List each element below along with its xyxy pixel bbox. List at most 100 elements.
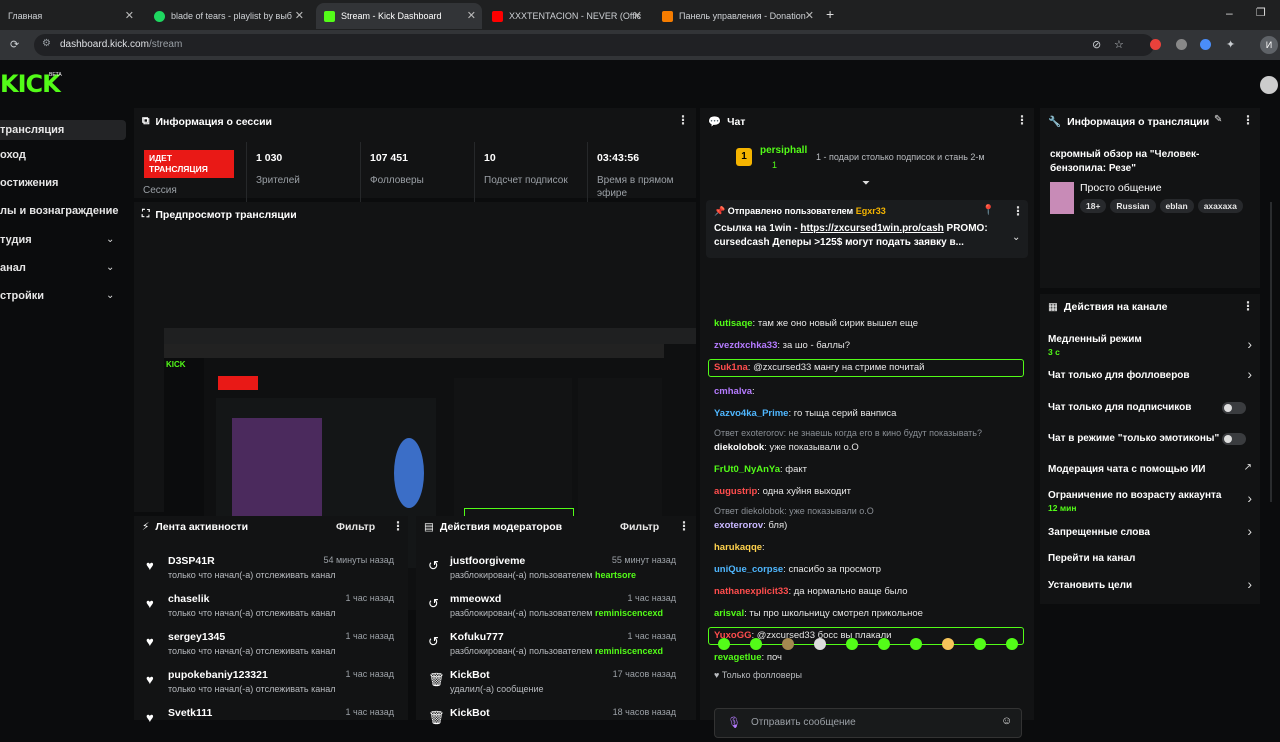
pinned-link[interactable]: https://zxcursed1win.pro/cash (800, 223, 943, 234)
chat-message: Yazvo4ka_Prime: го тыща серий ванписа (714, 408, 897, 419)
close-icon[interactable]: ✕ (295, 9, 304, 22)
chat-username[interactable]: kutisaqe (714, 318, 753, 329)
chat-username[interactable]: augustrip (714, 486, 757, 497)
more-options-icon[interactable]: ⋮ (392, 519, 404, 533)
more-options-icon[interactable]: ⋮ (1016, 113, 1028, 127)
site-info-icon[interactable]: ⚙ (42, 38, 51, 49)
pinned-user[interactable]: Egxr33 (856, 206, 886, 216)
chat-username[interactable]: harukaqqe (714, 542, 762, 553)
chat-username[interactable]: uniQue_corpse (714, 564, 783, 575)
sidebar-item-stream[interactable]: трансляция (0, 120, 126, 140)
emote-icon[interactable] (782, 638, 794, 650)
extension-icon[interactable] (1200, 39, 1211, 50)
chat-username[interactable]: nathanexplicit33 (714, 586, 788, 597)
chat-username[interactable]: cmhalva (714, 386, 752, 397)
chat-username[interactable]: FrUt0_NyAnYa (714, 464, 780, 475)
sidebar-item-achievements[interactable]: остижения (0, 177, 58, 189)
browser-tab-active[interactable]: Stream - Kick Dashboard ✕ (316, 3, 482, 29)
sidebar-item-income[interactable]: оход (0, 149, 26, 161)
sidebar-item-channel[interactable]: анал (0, 262, 26, 274)
set-goals-option[interactable]: Установить цели (1048, 580, 1132, 591)
sidebar-item-rewards[interactable]: лы и вознаграждение (0, 205, 119, 217)
category-name[interactable]: Просто общение (1080, 182, 1162, 194)
chevron-down-icon[interactable]: ⌄ (1012, 232, 1020, 243)
chat-username[interactable]: Suk1na (714, 362, 748, 373)
top-gifter-name[interactable]: persiphall (760, 145, 807, 156)
emote-icon[interactable] (814, 638, 826, 650)
browser-tab[interactable]: blade of tears - playlist by выб ✕ (146, 3, 310, 29)
emoji-icon[interactable]: ☺ (1001, 715, 1012, 727)
edit-icon[interactable]: ✎ (1214, 114, 1222, 125)
filter-button[interactable]: Фильтр (336, 521, 375, 533)
account-age-option[interactable]: Ограничение по возрасту аккаунта 12 мин (1048, 490, 1222, 513)
emote-icon[interactable] (974, 638, 986, 650)
chat-username[interactable]: diekolobok (714, 442, 764, 453)
chat-username[interactable]: zvezdxchka33 (714, 340, 777, 351)
chat-message: FrUt0_NyAnYa: факт (714, 464, 807, 475)
chat-username[interactable]: Yazvo4ka_Prime (714, 408, 788, 419)
collapse-icon[interactable]: ⏷ (862, 178, 870, 189)
close-icon[interactable]: ✕ (125, 9, 134, 22)
chevron-right-icon[interactable]: › (1247, 523, 1252, 539)
chat-username[interactable]: exoterorov (714, 520, 763, 531)
minimize-icon[interactable]: – (1226, 6, 1233, 20)
reload-icon[interactable]: ⟳ (10, 38, 19, 51)
chat-text: спасибо за просмотр (788, 564, 882, 575)
chat-username[interactable]: arisval (714, 608, 744, 619)
more-options-icon[interactable]: ⋮ (1012, 204, 1024, 218)
star-icon[interactable]: ☆ (1114, 38, 1124, 51)
browser-tab[interactable]: Панель управления - Donation ✕ (654, 3, 820, 29)
sidebar-item-settings[interactable]: стройки (0, 290, 44, 302)
followers-only-option[interactable]: Чат только для фолловеров (1048, 370, 1190, 381)
chevron-right-icon[interactable]: › (1247, 490, 1252, 506)
profile-avatar[interactable]: И (1260, 36, 1278, 54)
emote-icon[interactable] (750, 638, 762, 650)
chat-message: zvezdxchka33: за шо - баллы? (714, 340, 850, 351)
emote-only-toggle[interactable] (1222, 433, 1246, 445)
activity-item: ♥ pupokebaniy123321 1 час назад только что … (146, 669, 394, 694)
new-tab-icon[interactable]: + (826, 6, 834, 22)
more-options-icon[interactable]: ⋮ (1242, 113, 1254, 127)
close-icon[interactable]: ✕ (805, 9, 814, 22)
sidebar-item-label: анал (0, 262, 26, 274)
external-link-icon[interactable]: ↗ (1244, 462, 1252, 473)
slow-mode-option[interactable]: Медленный режим 3 с (1048, 334, 1142, 357)
chat-input[interactable]: 🎙 Отправить сообщение ☺ (714, 708, 1022, 738)
user-avatar[interactable] (1260, 76, 1278, 94)
emote-icon[interactable] (910, 638, 922, 650)
browser-tab[interactable]: Главная ✕ (0, 3, 140, 29)
emote-icon[interactable] (878, 638, 890, 650)
emote-icon[interactable] (846, 638, 858, 650)
undo-icon: ↺ (428, 558, 439, 573)
maximize-icon[interactable]: ❐ (1256, 6, 1266, 19)
emote-icon[interactable] (942, 638, 954, 650)
emote-icon[interactable] (1006, 638, 1018, 650)
close-icon[interactable]: ✕ (633, 9, 642, 22)
chevron-down-icon[interactable]: ⌄ (106, 290, 114, 301)
sidebar-item-studio[interactable]: тудия (0, 234, 32, 246)
puzzle-icon[interactable]: ✦ (1226, 38, 1235, 51)
emote-icon[interactable] (718, 638, 730, 650)
chat-username[interactable]: revagetlue (714, 652, 762, 663)
cast-off-icon[interactable]: ⊘ (1092, 38, 1101, 51)
subscribers-only-toggle[interactable] (1222, 402, 1246, 414)
ai-moderation-option[interactable]: Модерация чата с помощью ИИ (1048, 464, 1205, 475)
unpin-icon[interactable]: 📍 (982, 205, 994, 216)
banned-words-option[interactable]: Запрещенные слова (1048, 527, 1150, 538)
mic-icon[interactable]: 🎙 (727, 716, 741, 729)
more-options-icon[interactable]: ⋮ (677, 113, 689, 127)
url-field[interactable]: ⚙ dashboard.kick.com/stream (34, 34, 1154, 56)
adblock-icon[interactable] (1150, 39, 1161, 50)
extension-icon[interactable] (1176, 39, 1187, 50)
chevron-right-icon[interactable]: › (1247, 576, 1252, 592)
chevron-right-icon[interactable]: › (1247, 336, 1252, 352)
filter-button[interactable]: Фильтр (620, 521, 659, 533)
close-icon[interactable]: ✕ (467, 9, 476, 22)
more-options-icon[interactable]: ⋮ (678, 519, 690, 533)
browser-tab[interactable]: XXXTENTACION - NEVER (Offic ✕ (484, 3, 648, 29)
more-options-icon[interactable]: ⋮ (1242, 299, 1254, 313)
chevron-down-icon[interactable]: ⌄ (106, 262, 114, 273)
chevron-right-icon[interactable]: › (1247, 366, 1252, 382)
chevron-down-icon[interactable]: ⌄ (106, 234, 114, 245)
go-to-channel-option[interactable]: Перейти на канал (1048, 553, 1135, 564)
